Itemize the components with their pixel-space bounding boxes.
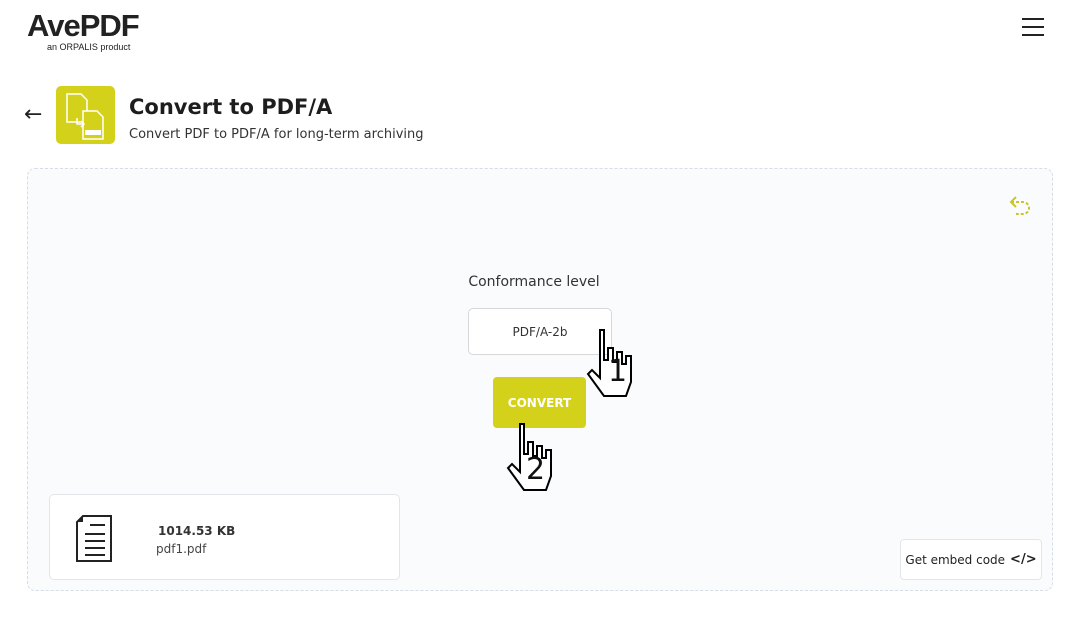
hand-cursor-icon: 1 <box>584 328 644 400</box>
convert-button[interactable]: CONVERT <box>493 377 586 428</box>
page-title: Convert to PDF/A <box>129 95 333 119</box>
back-arrow-icon[interactable]: ← <box>24 104 42 126</box>
page-subtitle: Convert PDF to PDF/A for long-term archi… <box>129 127 424 142</box>
file-card: 1014.53 KB pdf1.pdf <box>49 494 400 580</box>
pdfa-convert-icon <box>56 86 115 144</box>
hamburger-menu-icon[interactable] <box>1022 18 1044 36</box>
get-embed-code-button[interactable]: Get embed code </> <box>900 539 1042 580</box>
hand-cursor-icon: 2 <box>504 422 564 494</box>
logo-subtitle: an ORPALIS product <box>47 42 131 52</box>
conformance-level-label: Conformance level <box>468 274 600 290</box>
avepdf-logo[interactable]: AvePDF an ORPALIS product <box>27 8 140 53</box>
file-size: 1014.53 KB <box>158 524 236 538</box>
embed-label: Get embed code <box>905 552 1006 567</box>
logo-text: AvePDF <box>27 8 140 43</box>
undo-icon[interactable] <box>1008 193 1034 217</box>
document-icon <box>76 515 112 562</box>
file-name: pdf1.pdf <box>156 542 207 556</box>
code-icon: </> <box>1010 552 1037 567</box>
step-number-2: 2 <box>526 452 546 487</box>
step-number-1: 1 <box>608 354 628 389</box>
